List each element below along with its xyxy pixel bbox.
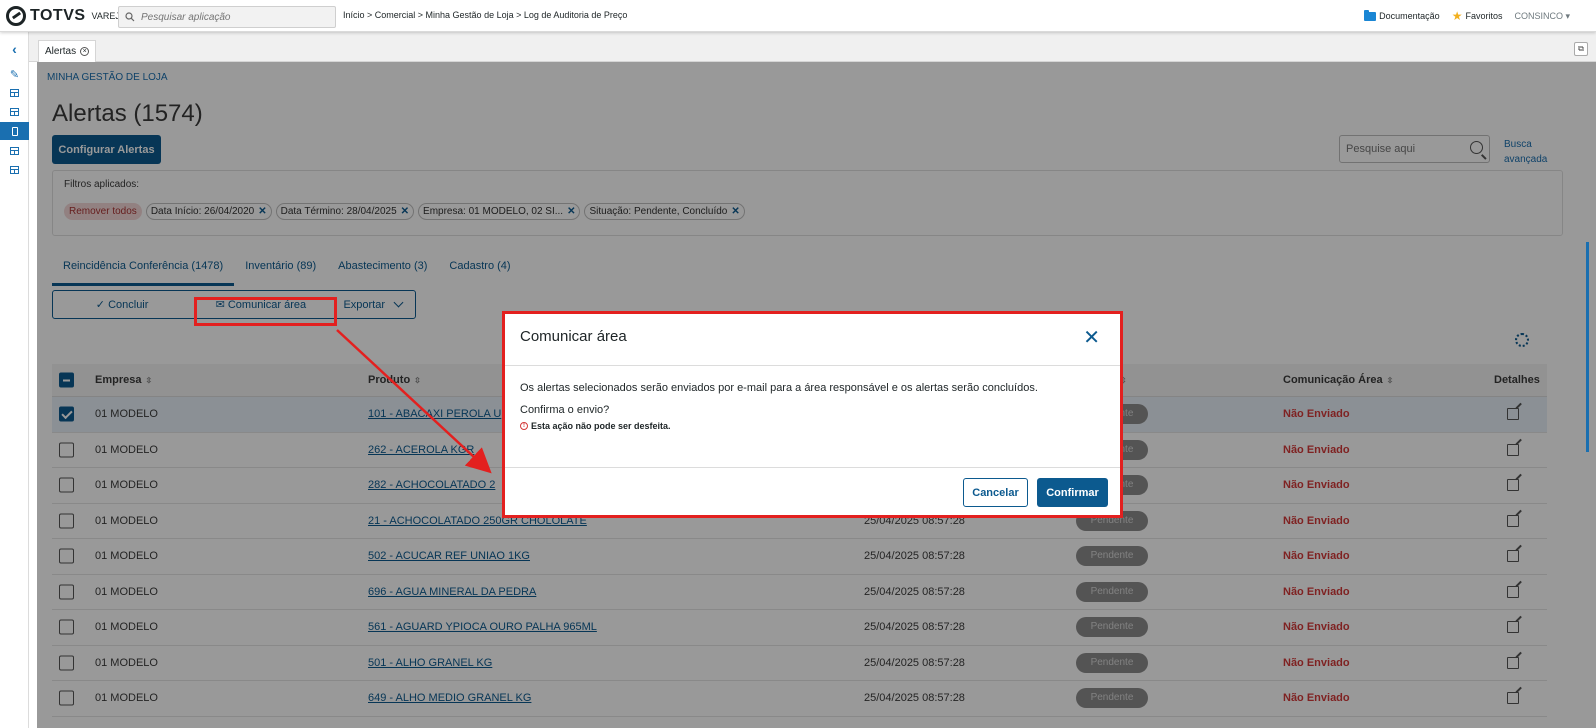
close-tab-icon[interactable]: × bbox=[80, 47, 90, 56]
dialog-title: Comunicar área bbox=[520, 328, 627, 345]
grid-icon bbox=[10, 147, 19, 155]
top-bar: TOTVS VAREJO Início > Comercial > Minha … bbox=[0, 0, 1596, 32]
left-rail: ‹ ✎ bbox=[0, 32, 29, 728]
star-icon: ★ bbox=[1451, 9, 1463, 23]
confirm-button[interactable]: Confirmar bbox=[1037, 478, 1108, 507]
grid-icon bbox=[10, 166, 19, 174]
tab-strip: Alertas × ⧉ bbox=[29, 32, 1596, 62]
documentation-link[interactable]: Documentação bbox=[1364, 9, 1440, 21]
grid-icon bbox=[10, 89, 19, 97]
window-icon[interactable]: ⧉ bbox=[1574, 42, 1588, 56]
breadcrumb[interactable]: Início > Comercial > Minha Gestão de Loj… bbox=[343, 10, 627, 20]
dialog-warning: ! Esta ação não pode ser desfeita. bbox=[520, 421, 671, 431]
user-menu[interactable]: CONSINCO ▾ bbox=[1514, 11, 1570, 22]
rail-grid-4[interactable] bbox=[0, 161, 29, 179]
totvs-logo[interactable]: TOTVS VAREJO bbox=[6, 6, 127, 26]
rail-grid-1[interactable] bbox=[0, 84, 29, 102]
favorites-label: Favoritos bbox=[1465, 11, 1503, 21]
collapse-menu-button[interactable]: ‹ bbox=[0, 40, 29, 58]
scrollbar[interactable] bbox=[1563, 62, 1596, 728]
search-icon bbox=[125, 12, 135, 22]
app-search[interactable] bbox=[118, 6, 336, 28]
brand-name: TOTVS bbox=[30, 7, 86, 24]
warning-icon: ! bbox=[520, 422, 528, 430]
tab-alertas-label: Alertas bbox=[45, 46, 77, 57]
mobile-icon bbox=[11, 126, 18, 136]
chevron-left-icon: ‹ bbox=[12, 41, 17, 57]
cancel-button[interactable]: Cancelar bbox=[963, 478, 1028, 507]
close-icon[interactable]: ✕ bbox=[1083, 328, 1100, 348]
communicate-area-dialog: Comunicar área ✕ Os alertas selecionados… bbox=[502, 311, 1123, 518]
pencil-icon: ✎ bbox=[9, 68, 20, 81]
dialog-question: Confirma o envio? bbox=[520, 404, 610, 416]
scrollbar-thumb[interactable] bbox=[1586, 242, 1589, 452]
rail-grid-2[interactable] bbox=[0, 103, 29, 121]
rail-mobile[interactable] bbox=[0, 122, 29, 140]
annotation-highlight-box bbox=[194, 297, 337, 326]
documentation-label: Documentação bbox=[1379, 11, 1440, 21]
warning-text: Esta ação não pode ser desfeita. bbox=[531, 421, 671, 431]
totvs-logo-icon bbox=[6, 6, 26, 26]
dialog-message: Os alertas selecionados serão enviados p… bbox=[520, 382, 1038, 394]
rail-grid-3[interactable] bbox=[0, 142, 29, 160]
tab-alertas[interactable]: Alertas × bbox=[38, 40, 97, 62]
rail-edit[interactable]: ✎ bbox=[0, 65, 29, 83]
folder-icon bbox=[1364, 9, 1377, 21]
favorites-link[interactable]: ★ Favoritos bbox=[1452, 9, 1503, 23]
grid-icon bbox=[10, 108, 19, 116]
app-search-input[interactable] bbox=[141, 11, 321, 23]
